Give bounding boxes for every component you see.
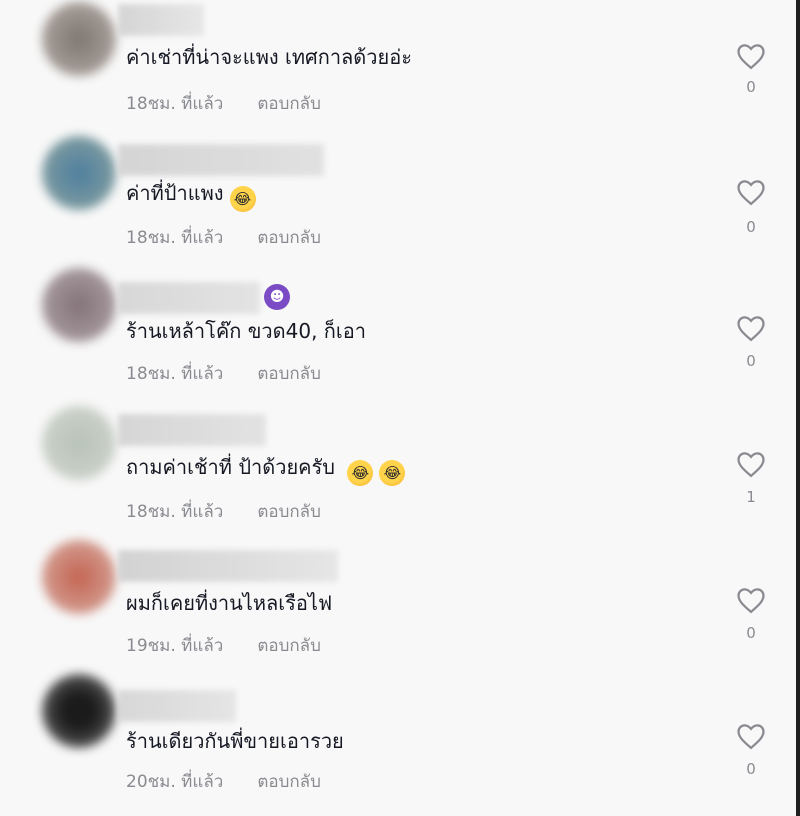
comment-time: 18ชม. ที่แล้ว — [126, 94, 224, 114]
like-count: 0 — [746, 624, 756, 642]
reply-button[interactable]: ตอบกลับ — [257, 502, 321, 522]
heart-icon[interactable] — [736, 450, 766, 478]
comment-text: ผมก็เคยที่งานไหลเรือไฟ — [126, 591, 333, 615]
heart-icon[interactable] — [736, 178, 766, 206]
comment-item: ผมก็เคยที่งานไหลเรือไฟ 19ชม. ที่แล้ว ตอบก… — [0, 540, 796, 666]
comment-time: 18ชม. ที่แล้ว — [126, 502, 224, 522]
heart-icon[interactable] — [736, 722, 766, 750]
comment-meta: 18ชม. ที่แล้ว ตอบกลับ — [126, 90, 321, 117]
like-count: 0 — [746, 78, 756, 96]
like-count: 0 — [746, 218, 756, 236]
comment-meta: 19ชม. ที่แล้ว ตอบกลับ — [126, 632, 321, 659]
comment-text: ค่าที่ป้าแพง 😂 — [126, 180, 256, 212]
avatar[interactable] — [42, 540, 116, 614]
comment-text: ร้านเหล้าโค๊ก ขวด40, ก็เอา — [126, 319, 366, 343]
comment-item: ร้านเดียวกันพี่ขายเอารวย 20ชม. ที่แล้ว ตอ… — [0, 674, 796, 804]
like-count: 1 — [746, 488, 756, 506]
avatar[interactable] — [42, 2, 116, 76]
avatar[interactable] — [42, 268, 116, 342]
username-blurred[interactable] — [118, 4, 204, 36]
devil-emoji-icon: ☻ — [264, 284, 290, 310]
username-blurred[interactable] — [118, 690, 236, 722]
comment-time: 19ชม. ที่แล้ว — [126, 636, 224, 656]
comment-meta: 18ชม. ที่แล้ว ตอบกลับ — [126, 360, 321, 387]
avatar[interactable] — [42, 674, 116, 748]
avatar[interactable] — [42, 136, 116, 210]
comment-item: ค่าที่ป้าแพง 😂 18ชม. ที่แล้ว ตอบกลับ 0 — [0, 136, 796, 256]
reply-button[interactable]: ตอบกลับ — [257, 94, 321, 114]
heart-icon[interactable] — [736, 314, 766, 342]
comment-item: ค่าเช่าที่น่าจะแพง เทศกาลด้วยอ่ะ 18ชม. ท… — [0, 0, 796, 114]
laughing-emoji-icon: 😂 — [347, 460, 374, 486]
username-blurred[interactable] — [118, 414, 266, 446]
comment-item: ☻ ร้านเหล้าโค๊ก ขวด40, ก็เอา 18ชม. ที่แล… — [0, 268, 796, 392]
like-count: 0 — [746, 352, 756, 370]
laughing-emoji-icon: 😂 — [229, 186, 256, 212]
avatar[interactable] — [42, 406, 116, 480]
laughing-emoji-icon: 😂 — [379, 460, 406, 486]
comment-time: 20ชม. ที่แล้ว — [126, 772, 224, 792]
comment-time: 18ชม. ที่แล้ว — [126, 364, 224, 384]
heart-icon[interactable] — [736, 42, 766, 70]
comment-meta: 18ชม. ที่แล้ว ตอบกลับ — [126, 498, 321, 525]
reply-button[interactable]: ตอบกลับ — [257, 636, 321, 656]
comment-item: ถามค่าเช้าที่ ป้าด้วยครับ 😂 😂 18ชม. ที่แล… — [0, 406, 796, 530]
comment-text: ค่าเช่าที่น่าจะแพง เทศกาลด้วยอ่ะ — [126, 45, 412, 69]
reply-button[interactable]: ตอบกลับ — [257, 364, 321, 384]
reply-button[interactable]: ตอบกลับ — [257, 772, 321, 792]
reply-button[interactable]: ตอบกลับ — [257, 228, 321, 248]
right-edge — [796, 0, 800, 816]
username-blurred[interactable] — [118, 282, 260, 314]
username-blurred[interactable] — [118, 144, 324, 176]
comment-text: ร้านเดียวกันพี่ขายเอารวย — [126, 729, 344, 753]
username-blurred[interactable] — [118, 550, 338, 582]
comment-meta: 20ชม. ที่แล้ว ตอบกลับ — [126, 768, 321, 795]
comment-text: ถามค่าเช้าที่ ป้าด้วยครับ 😂 😂 — [126, 454, 406, 486]
comment-meta: 18ชม. ที่แล้ว ตอบกลับ — [126, 224, 321, 251]
comment-time: 18ชม. ที่แล้ว — [126, 228, 224, 248]
heart-icon[interactable] — [736, 586, 766, 614]
like-count: 0 — [746, 760, 756, 778]
